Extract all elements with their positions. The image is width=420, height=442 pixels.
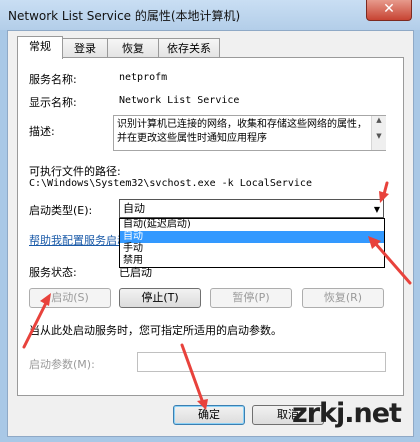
tab-dependencies[interactable]: 依存关系 [158, 38, 220, 58]
exec-path-value: C:\Windows\System32\svchost.exe -k Local… [29, 178, 312, 189]
startup-type-value: 自动 [123, 202, 145, 215]
title-bar: Network List Service 的属性(本地计算机) ✕ [0, 0, 420, 30]
display-name-value: Network List Service [119, 95, 240, 106]
option-auto-delayed[interactable]: 自动(延迟启动) [120, 219, 384, 231]
tab-general[interactable]: 常规 [17, 36, 63, 59]
watermark-logo: zrkj.net [292, 398, 402, 429]
help-link[interactable]: 帮助我配置服务启动 [29, 232, 128, 248]
service-name-value: netprofm [119, 72, 168, 83]
option-auto[interactable]: 自动 [120, 231, 384, 243]
service-status-value: 已启动 [119, 266, 152, 279]
startup-params-hint: 当从此处启动服务时，您可指定所适用的启动参数。 [29, 324, 282, 337]
pause-button[interactable]: 暂停(P) [210, 288, 292, 308]
option-manual[interactable]: 手动 [120, 243, 384, 255]
resume-button[interactable]: 恢复(R) [302, 288, 384, 308]
startup-type-select[interactable]: 自动 ▼ [119, 199, 384, 218]
option-disabled[interactable]: 禁用 [120, 255, 384, 267]
ok-button[interactable]: 确定 [173, 405, 245, 425]
start-button[interactable]: 启动(S) [29, 288, 111, 308]
chevron-down-icon[interactable]: ▼ [374, 201, 380, 218]
display-name-label: 显示名称: [29, 96, 77, 109]
close-button[interactable]: ✕ [366, 0, 412, 21]
window-title: Network List Service 的属性(本地计算机) [8, 9, 241, 23]
service-name-label: 服务名称: [29, 73, 77, 86]
tab-logon[interactable]: 登录 [62, 38, 108, 58]
description-label: 描述: [29, 125, 55, 138]
description-scrollbar[interactable]: ▲ ▼ [371, 116, 386, 150]
exec-path-label: 可执行文件的路径: [29, 165, 121, 178]
startup-type-label: 启动类型(E): [29, 204, 93, 217]
startup-params-input[interactable] [137, 352, 386, 372]
stop-button[interactable]: 停止(T) [119, 288, 201, 308]
description-box: 识别计算机已连接的网络，收集和存储这些网络的属性，并在更改这些属性时通知应用程序 [113, 115, 386, 151]
tab-recovery[interactable]: 恢复 [107, 38, 159, 58]
startup-params-label: 启动参数(M): [29, 358, 95, 371]
startup-type-dropdown[interactable]: 自动(延迟启动) 自动 手动 禁用 [119, 218, 385, 268]
service-status-label: 服务状态: [29, 266, 77, 279]
